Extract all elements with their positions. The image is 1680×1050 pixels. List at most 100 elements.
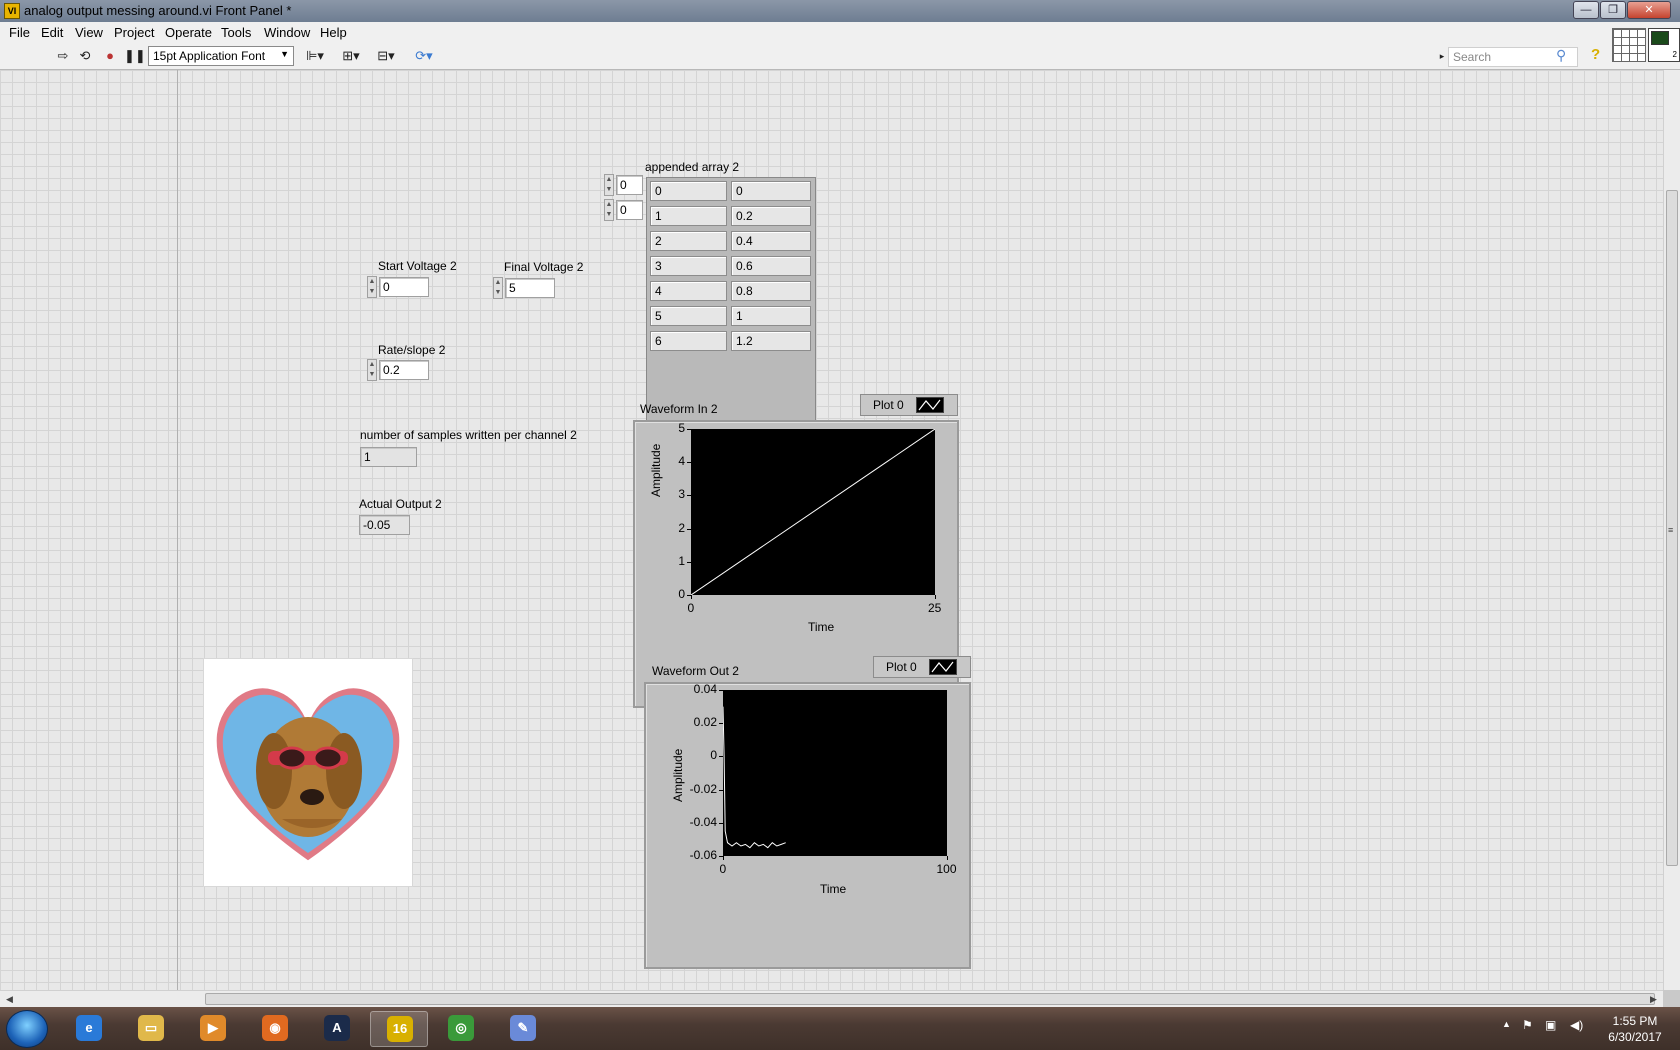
vi-icon[interactable]: 2 xyxy=(1648,28,1680,62)
menu-operate[interactable]: Operate xyxy=(165,25,212,40)
search-icon[interactable]: ⚲ xyxy=(1556,47,1566,64)
waveform-out-legend[interactable]: Plot 0 xyxy=(873,656,971,678)
array-cell[interactable]: 0.6 xyxy=(731,256,811,276)
array-cell[interactable]: 0.2 xyxy=(731,206,811,226)
taskbar-app-internet-explorer[interactable]: e xyxy=(60,1011,118,1047)
minimize-button[interactable]: — xyxy=(1573,1,1599,19)
scroll-left-icon[interactable]: ◀ xyxy=(6,994,13,1005)
array-cell[interactable]: 3 xyxy=(650,256,727,276)
front-panel[interactable]: Start Voltage 2 ▲ ▼ 0 Final Voltage 2 ▲ ▼ … xyxy=(0,70,1663,990)
run-arrow-icon[interactable]: ⇨ xyxy=(55,48,71,64)
waveform-out-plot-svg xyxy=(722,706,786,849)
taskbar-app-paint[interactable]: ✎ xyxy=(494,1011,552,1047)
taskbar-app-file-explorer[interactable]: ▭ xyxy=(122,1011,180,1047)
y-tick-mark xyxy=(687,561,691,563)
menu-view[interactable]: View xyxy=(75,25,103,40)
final-voltage-input[interactable]: 5 xyxy=(505,278,555,298)
line-plot-icon xyxy=(916,397,944,413)
system-clock[interactable]: 1:55 PM 6/30/2017 xyxy=(1600,1013,1670,1045)
y-tick-mark xyxy=(719,756,723,758)
array-cell[interactable]: 1.2 xyxy=(731,331,811,351)
array-cell[interactable]: 1 xyxy=(731,306,811,326)
waveform-in-legend-name: Plot 0 xyxy=(873,398,904,412)
action-center-flag-icon[interactable]: ⚑ xyxy=(1522,1018,1533,1032)
horizontal-scroll-thumb[interactable] xyxy=(205,993,1655,1005)
waveform-in-legend[interactable]: Plot 0 xyxy=(860,394,958,416)
rate-slope-spinner[interactable]: ▲ ▼ xyxy=(367,359,377,381)
run-continuously-icon[interactable]: ⟲ xyxy=(76,48,94,64)
connector-pane-icon[interactable] xyxy=(1612,28,1646,62)
vertical-scrollbar[interactable]: ≡ xyxy=(1663,70,1680,990)
title-bar: VI analog output messing around.vi Front… xyxy=(0,0,1680,22)
media-player-icon: ▶ xyxy=(200,1015,226,1041)
start-button[interactable] xyxy=(6,1010,48,1048)
menu-tools[interactable]: Tools xyxy=(221,25,251,40)
final-voltage-spinner[interactable]: ▲ ▼ xyxy=(493,277,503,299)
array-label: appended array 2 xyxy=(645,160,740,174)
y-tick-label: 0.04 xyxy=(693,682,717,696)
context-help-icon[interactable]: ? xyxy=(1591,46,1607,64)
y-tick-mark xyxy=(719,822,723,824)
distribute-objects-icon[interactable]: ⊞▾ xyxy=(338,48,364,64)
rate-slope-input[interactable]: 0.2 xyxy=(379,360,429,380)
volume-icon[interactable]: ◀) xyxy=(1570,1018,1583,1032)
menu-file[interactable]: File xyxy=(9,25,30,40)
waveform-out-plot-area xyxy=(722,690,947,856)
taskbar-app-acrobat[interactable]: A xyxy=(308,1011,366,1047)
array-cell[interactable]: 2 xyxy=(650,231,727,251)
waveform-out-xlabel: Time xyxy=(820,882,847,896)
resize-objects-icon[interactable]: ⊟▾ xyxy=(373,48,399,64)
firefox-icon: ◉ xyxy=(262,1015,288,1041)
y-tick-mark xyxy=(719,789,723,791)
array-cell[interactable]: 5 xyxy=(650,306,727,326)
y-tick-label: 0.02 xyxy=(693,715,717,730)
abort-execution-icon[interactable]: ● xyxy=(102,48,118,64)
waveform-out-ylabel: Amplitude xyxy=(671,748,685,802)
start-voltage-input[interactable]: 0 xyxy=(379,277,429,297)
y-tick-label: -0.06 xyxy=(689,848,717,862)
chrome-icon: ◎ xyxy=(448,1015,474,1041)
array-index0-input[interactable]: 0 xyxy=(616,175,643,195)
tray-expand-icon[interactable]: ▲ xyxy=(1502,1019,1511,1029)
array-index1-spinner[interactable]: ▲ ▼ xyxy=(604,199,614,221)
y-tick-mark xyxy=(719,690,723,691)
horizontal-scrollbar[interactable]: ◀ ▶ xyxy=(0,990,1663,1007)
start-voltage-spinner[interactable]: ▲ ▼ xyxy=(367,276,377,298)
panel-origin-guide xyxy=(177,70,178,990)
taskbar-app-labview[interactable]: 16 xyxy=(370,1011,428,1047)
array-index1-input[interactable]: 0 xyxy=(616,200,643,220)
array-cell[interactable]: 0.8 xyxy=(731,281,811,301)
font-select[interactable]: 15pt Application Font ▼ xyxy=(148,46,294,66)
reorder-icon[interactable]: ⟳▾ xyxy=(411,48,437,64)
menu-help[interactable]: Help xyxy=(320,25,347,40)
pause-icon[interactable]: ❚❚ xyxy=(124,48,146,64)
menu-window[interactable]: Window xyxy=(264,25,310,40)
menu-project[interactable]: Project xyxy=(114,25,154,40)
array-cell[interactable]: 4 xyxy=(650,281,727,301)
y-tick-mark xyxy=(687,462,691,464)
start-voltage-label: Start Voltage 2 xyxy=(378,259,457,273)
network-icon[interactable]: ▣ xyxy=(1545,1018,1556,1032)
scroll-right-icon[interactable]: ▶ xyxy=(1650,994,1657,1005)
dog-heart-picture xyxy=(203,658,413,887)
y-tick-label: -0.04 xyxy=(689,814,717,829)
array-cell[interactable]: 0 xyxy=(650,181,727,201)
array-cell[interactable]: 0.4 xyxy=(731,231,811,251)
restore-button[interactable]: ❐ xyxy=(1600,1,1626,19)
array-cell[interactable]: 6 xyxy=(650,331,727,351)
waveform-in-plot-svg xyxy=(690,428,936,596)
x-tick-label: 100 xyxy=(936,862,957,876)
array-cell[interactable]: 1 xyxy=(650,206,727,226)
array-cell[interactable]: 0 xyxy=(731,181,811,201)
array-index0-spinner[interactable]: ▲ ▼ xyxy=(604,174,614,196)
taskbar-app-media-player[interactable]: ▶ xyxy=(184,1011,242,1047)
align-objects-icon[interactable]: ⊫▾ xyxy=(302,48,328,64)
final-voltage-label: Final Voltage 2 xyxy=(504,260,584,274)
taskbar-app-firefox[interactable]: ◉ xyxy=(246,1011,304,1047)
taskbar-app-chrome[interactable]: ◎ xyxy=(432,1011,490,1047)
close-button[interactable]: ✕ xyxy=(1627,1,1671,19)
search-expand-icon[interactable]: ▸ xyxy=(1438,48,1446,64)
window-title: analog output messing around.vi Front Pa… xyxy=(24,3,292,18)
x-tick-mark xyxy=(935,595,936,599)
menu-edit[interactable]: Edit xyxy=(41,25,63,40)
